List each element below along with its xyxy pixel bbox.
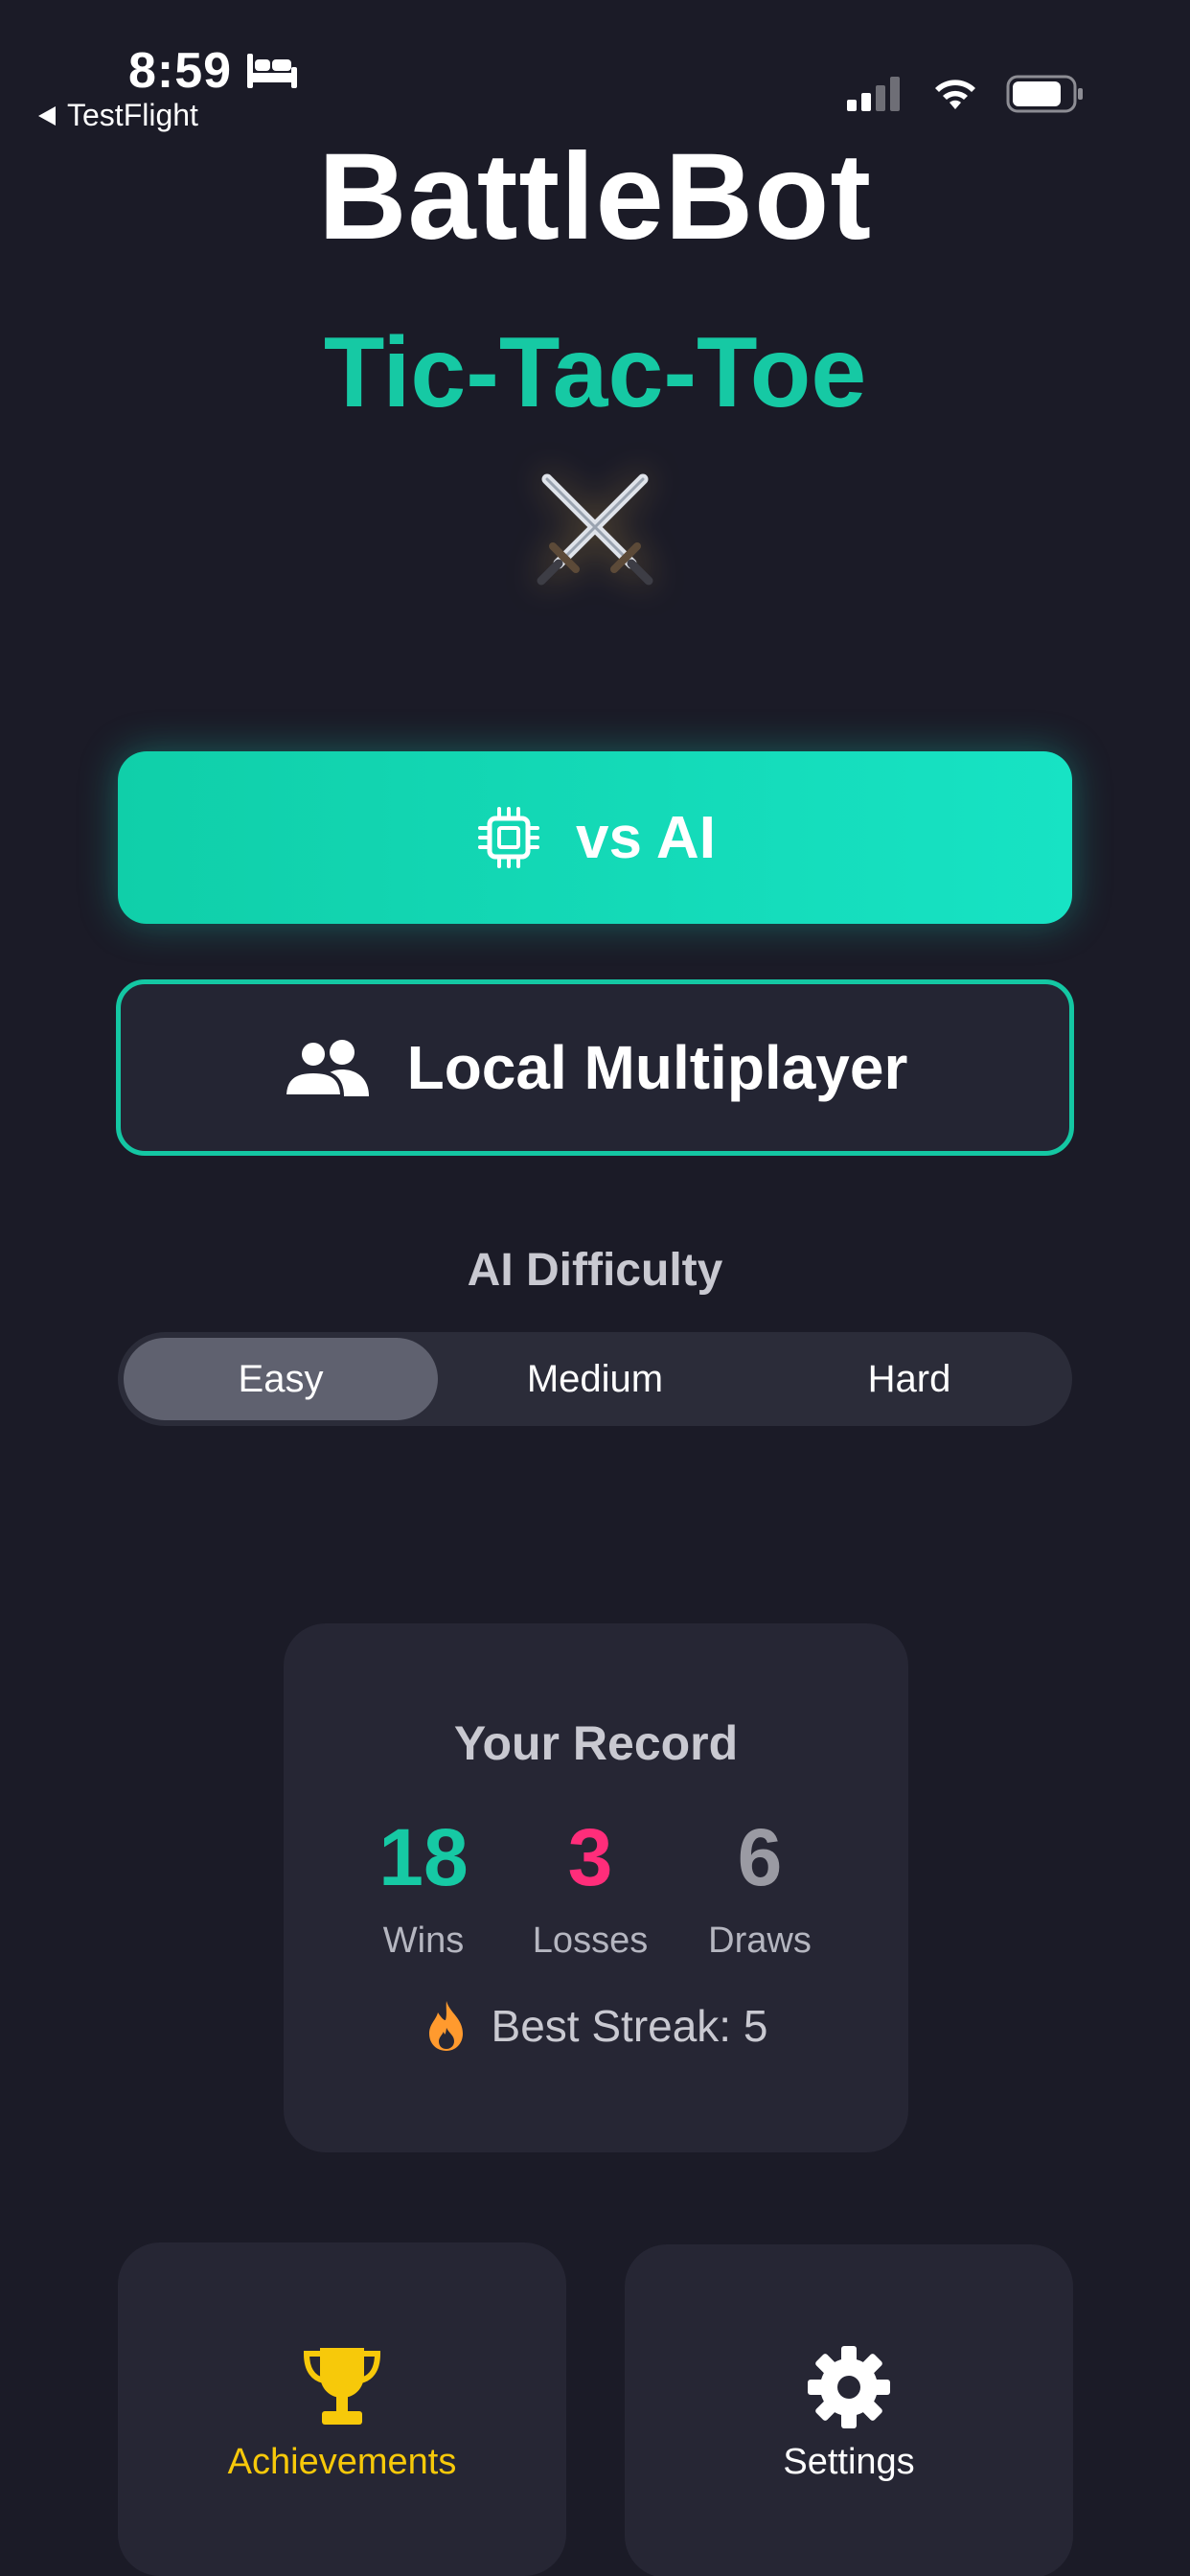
losses-stat: 3 Losses bbox=[494, 1811, 686, 1962]
trophy-icon bbox=[303, 2348, 381, 2425]
difficulty-segmented-control: Easy Medium Hard bbox=[118, 1332, 1072, 1426]
status-time: 8:59 bbox=[128, 42, 299, 100]
gear-icon bbox=[808, 2346, 890, 2428]
difficulty-hard[interactable]: Hard bbox=[752, 1338, 1066, 1420]
achievements-label: Achievements bbox=[227, 2442, 457, 2482]
bed-icon bbox=[247, 54, 298, 88]
best-streak-text: Best Streak: 5 bbox=[491, 2001, 768, 2051]
draws-label: Draws bbox=[708, 1920, 812, 1961]
status-time-text: 8:59 bbox=[128, 43, 233, 99]
flame-icon bbox=[428, 2001, 463, 2051]
achievements-button[interactable]: Achievements bbox=[118, 2242, 566, 2576]
settings-label: Settings bbox=[783, 2442, 915, 2482]
losses-label: Losses bbox=[532, 1920, 649, 1961]
losses-value: 3 bbox=[567, 1812, 613, 1902]
app-subtitle: Tic-Tac-Toe bbox=[323, 317, 867, 428]
wifi-icon bbox=[935, 80, 975, 109]
wins-label: Wins bbox=[382, 1920, 465, 1961]
home-screen: 8:59 TestFlight BattleBot Tic-Tac-Toe vs… bbox=[0, 0, 1190, 2576]
back-arrow-icon bbox=[38, 105, 56, 126]
ai-difficulty-label: AI Difficulty bbox=[467, 1245, 723, 1296]
cpu-chip-icon bbox=[478, 807, 540, 868]
vs-ai-label: vs AI bbox=[576, 804, 716, 871]
people-icon bbox=[282, 1039, 369, 1098]
local-multiplayer-button[interactable]: Local Multiplayer bbox=[116, 979, 1074, 1156]
vs-ai-button[interactable]: vs AI bbox=[118, 751, 1072, 924]
record-card: Your Record 18 Wins 3 Losses 6 Draws Bes… bbox=[284, 1623, 908, 2152]
settings-button[interactable]: Settings bbox=[625, 2244, 1073, 2576]
record-title: Your Record bbox=[453, 1716, 739, 1770]
draws-stat: 6 Draws bbox=[664, 1811, 856, 1962]
best-streak: Best Streak: 5 bbox=[284, 1999, 908, 2053]
app-title: BattleBot bbox=[318, 128, 872, 265]
status-indicators bbox=[847, 75, 1085, 113]
draws-value: 6 bbox=[737, 1812, 783, 1902]
battery-icon bbox=[1006, 75, 1083, 113]
cellular-signal-icon bbox=[847, 77, 900, 111]
wins-value: 18 bbox=[378, 1812, 469, 1902]
difficulty-easy[interactable]: Easy bbox=[124, 1338, 438, 1420]
wins-stat: 18 Wins bbox=[328, 1811, 519, 1962]
crossed-swords-icon bbox=[537, 473, 653, 586]
local-multiplayer-label: Local Multiplayer bbox=[406, 1033, 908, 1102]
difficulty-medium[interactable]: Medium bbox=[438, 1338, 752, 1420]
